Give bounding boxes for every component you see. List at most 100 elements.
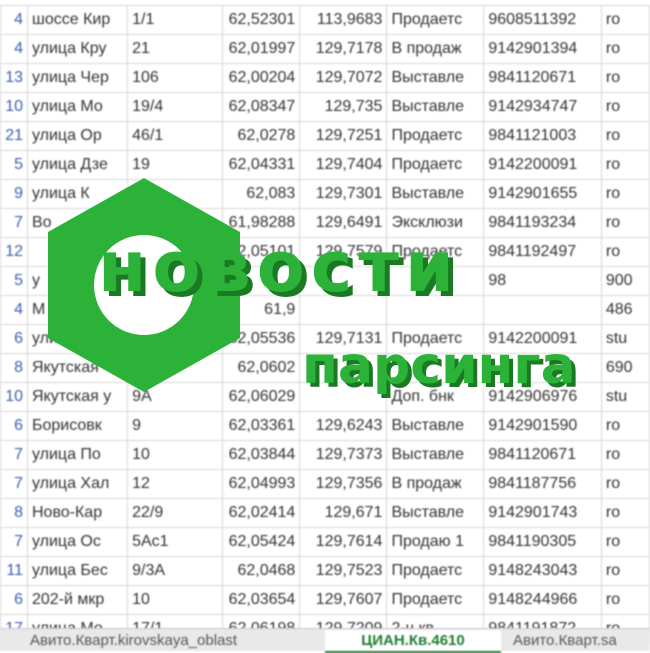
cell-street[interactable]: улица Ос [26,527,129,557]
cell-street[interactable]: Борисовк [26,411,129,441]
cell-src[interactable]: ro [600,411,650,441]
cell-house[interactable]: 21 [127,34,224,64]
cell-phone[interactable]: 9841187756 [483,469,602,499]
cell-house[interactable]: 5Ас1 [127,527,224,557]
cell-rooms[interactable]: 4 [0,295,28,325]
cell-house[interactable] [127,295,224,325]
cell-lat[interactable]: 62,06029 [222,382,301,412]
cell-lon[interactable] [299,353,388,383]
cell-status[interactable]: Выставле [386,63,485,93]
cell-phone[interactable] [483,295,602,325]
cell-lon[interactable]: 129,7178 [299,34,388,64]
cell-rooms[interactable]: 6 [0,324,28,354]
cell-src[interactable]: ro [600,121,650,151]
cell-phone[interactable]: 98 [483,266,602,296]
cell-lat[interactable]: 61,98288 [222,208,301,238]
cell-lon[interactable]: 129,7131 [299,324,388,354]
cell-status[interactable]: Продаетс [386,324,485,354]
cell-lat[interactable]: 62,0468 [222,556,301,586]
cell-lat[interactable]: 62,0602 [222,353,301,383]
cell-street[interactable]: улица Ор [26,121,129,151]
cell-house[interactable] [127,324,224,354]
cell-rooms[interactable]: 9 [0,179,28,209]
cell-lat[interactable]: 62,08347 [222,92,301,122]
cell-status[interactable]: Выставле [386,92,485,122]
cell-src[interactable]: ro [600,469,650,499]
cell-street[interactable]: у [26,266,129,296]
cell-phone[interactable]: 9142901743 [483,498,602,528]
cell-status[interactable]: Выставле [386,411,485,441]
cell-lon[interactable]: 129,7607 [299,585,388,615]
cell-status[interactable]: Продаетс [386,5,485,35]
cell-phone[interactable]: 9142200091 [483,324,602,354]
cell-status[interactable]: Доп. бнк [386,382,485,412]
cell-street[interactable]: улица Чер [26,63,129,93]
cell-rooms[interactable]: 8 [0,353,28,383]
cell-phone[interactable]: 9142934747 [483,92,602,122]
cell-lon[interactable] [299,266,388,296]
cell-house[interactable]: 1/1 [127,5,224,35]
cell-lon[interactable]: 129,6243 [299,411,388,441]
cell-phone[interactable]: 9841190305 [483,527,602,557]
cell-house[interactable]: 19/4 [127,92,224,122]
cell-phone[interactable] [483,353,602,383]
cell-street[interactable]: шоссе Кир [26,5,129,35]
cell-src[interactable]: ro [600,556,650,586]
cell-status[interactable]: Выставле [386,179,485,209]
cell-house[interactable]: 9 [127,411,224,441]
cell-rooms[interactable]: 21 [0,121,28,151]
cell-src[interactable]: ro [600,150,650,180]
cell-street[interactable]: улица Бес [26,556,129,586]
cell-rooms[interactable]: 7 [0,527,28,557]
cell-status[interactable] [386,266,485,296]
cell-phone[interactable]: 9142200091 [483,150,602,180]
cell-lat[interactable]: 62,52301 [222,5,301,35]
cell-lat[interactable]: 62,05101 [222,237,301,267]
cell-src[interactable]: ro [600,585,650,615]
cell-street[interactable]: улица Мо [26,92,129,122]
cell-lon[interactable] [299,382,388,412]
cell-src[interactable]: ro [600,237,650,267]
cell-lat[interactable] [222,266,301,296]
cell-street[interactable]: улица Хал [26,469,129,499]
cell-src[interactable]: stu [600,324,650,354]
cell-house[interactable]: 46/1 [127,121,224,151]
cell-lon[interactable]: 113,9683 [299,5,388,35]
cell-house[interactable] [127,353,224,383]
cell-src[interactable]: stu [600,382,650,412]
cell-house[interactable]: 10 [127,585,224,615]
cell-src[interactable]: ro [600,498,650,528]
cell-lon[interactable]: 129,7356 [299,469,388,499]
cell-src[interactable]: ro [600,92,650,122]
cell-house[interactable]: 31/2 [127,237,224,267]
cell-lat[interactable]: 62,0278 [222,121,301,151]
cell-street[interactable]: Во [26,208,129,238]
cell-rooms[interactable]: 5 [0,266,28,296]
cell-rooms[interactable]: 10 [0,382,28,412]
cell-src[interactable]: ro [600,63,650,93]
cell-lon[interactable]: 129,7404 [299,150,388,180]
cell-phone[interactable]: 9841192497 [483,237,602,267]
cell-lat[interactable]: 62,03361 [222,411,301,441]
cell-street[interactable]: Якутская у [26,382,129,412]
cell-status[interactable]: Выставле [386,440,485,470]
cell-street[interactable] [26,237,129,267]
cell-lon[interactable]: 129,7072 [299,63,388,93]
cell-house[interactable]: /1 [127,179,224,209]
cell-lon[interactable] [299,295,388,325]
cell-lat[interactable]: 62,083 [222,179,301,209]
cell-lat[interactable]: 62,05424 [222,527,301,557]
cell-lat[interactable]: 62,02414 [222,498,301,528]
cell-lon[interactable]: 129,7614 [299,527,388,557]
cell-status[interactable] [386,295,485,325]
cell-src[interactable]: ro [600,5,650,35]
cell-src[interactable]: ro [600,208,650,238]
cell-house[interactable]: 12 [127,469,224,499]
cell-rooms[interactable]: 5 [0,150,28,180]
cell-house[interactable] [127,266,224,296]
sheet-tab-avito-2[interactable]: Авито.Кварт.sa [505,630,625,651]
cell-src[interactable]: 690 [600,353,650,383]
cell-lat[interactable]: 62,00204 [222,63,301,93]
cell-lon[interactable]: 129,671 [299,498,388,528]
cell-rooms[interactable]: 12 [0,237,28,267]
